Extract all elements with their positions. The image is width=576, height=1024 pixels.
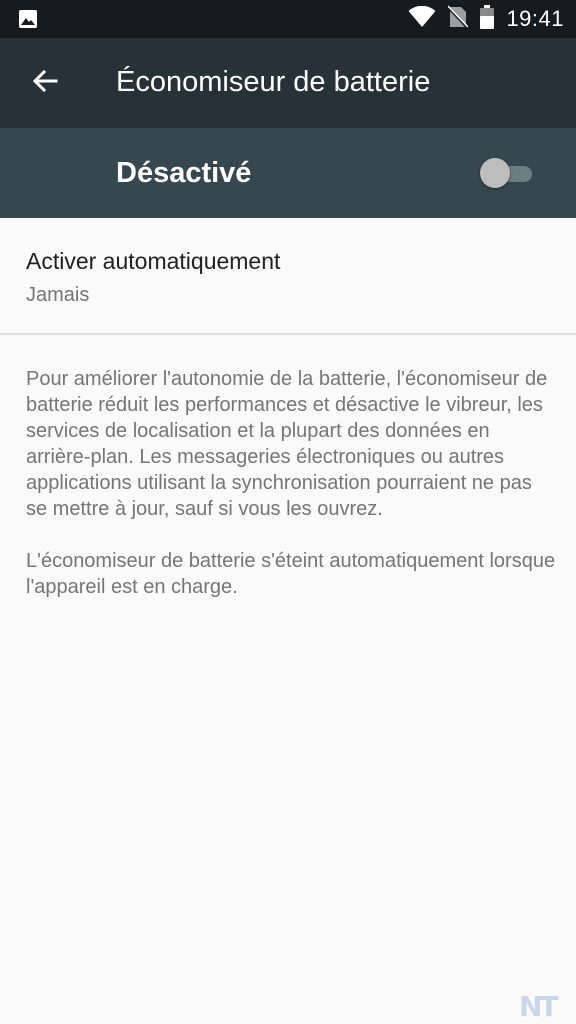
watermark-logo: NT <box>519 990 559 1023</box>
no-sim-icon <box>447 4 470 34</box>
app-bar: Économiseur de batterie <box>0 38 576 128</box>
master-switch-bar[interactable]: Désactivé <box>0 128 576 218</box>
status-time: 19:41 <box>506 6 564 31</box>
battery-saver-toggle[interactable] <box>480 158 534 188</box>
battery-icon <box>480 4 495 34</box>
preference-summary: Jamais <box>26 284 90 306</box>
auto-enable-preference[interactable]: Activer automatiquement Jamais <box>0 218 576 334</box>
arrow-back-icon <box>32 69 58 98</box>
back-button[interactable] <box>24 62 66 104</box>
master-switch-label: Désactivé <box>116 157 252 189</box>
image-icon <box>18 9 38 29</box>
toggle-thumb <box>480 158 510 188</box>
status-icons: 19:41 <box>408 0 564 38</box>
preference-title: Activer automatiquement <box>26 248 281 274</box>
page-title: Économiseur de batterie <box>116 66 431 98</box>
description-paragraph: Pour améliorer l'autonomie de la batteri… <box>26 368 548 520</box>
status-bar: 19:41 <box>0 0 576 38</box>
description: Pour améliorer l'autonomie de la batteri… <box>26 366 556 626</box>
wifi-icon <box>408 5 436 33</box>
description-paragraph: L'économiseur de batterie s'éteint autom… <box>26 550 556 598</box>
divider <box>0 333 576 335</box>
